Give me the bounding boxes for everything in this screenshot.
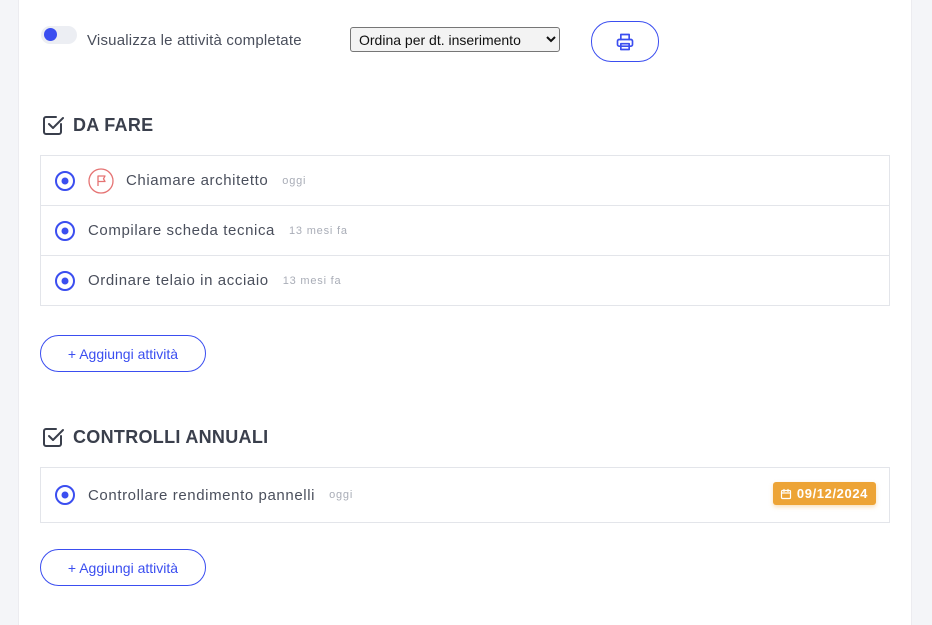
add-task-button[interactable]: + Aggiungi attività bbox=[40, 335, 206, 372]
section-header-da-fare: DA FARE bbox=[41, 112, 153, 138]
section-header-controlli-annuali: CONTROLLI ANNUALI bbox=[41, 424, 268, 450]
task-status-icon[interactable] bbox=[54, 170, 76, 192]
task-title: Ordinare telaio in acciaio bbox=[88, 272, 269, 289]
task-time: 13 mesi fa bbox=[282, 274, 342, 287]
task-title: Controllare rendimento pannelli bbox=[88, 486, 316, 504]
sort-select[interactable]: Ordina per dt. inserimento bbox=[350, 27, 560, 52]
task-row[interactable]: Compilare scheda tecnica 13 mesi fa bbox=[41, 206, 889, 256]
task-title: Chiamare architetto bbox=[126, 172, 269, 189]
task-time: oggi bbox=[282, 174, 307, 187]
calendar-icon bbox=[780, 488, 792, 499]
task-row[interactable]: Ordinare telaio in acciaio 13 mesi fa bbox=[41, 256, 889, 305]
add-task-button[interactable]: + Aggiungi attività bbox=[40, 549, 206, 586]
flag-icon[interactable] bbox=[88, 167, 114, 194]
due-date-badge[interactable]: 09/12/2024 bbox=[772, 482, 876, 505]
task-status-icon[interactable] bbox=[54, 270, 76, 292]
task-status-icon[interactable] bbox=[54, 484, 76, 506]
section-title: CONTROLLI ANNUALI bbox=[73, 426, 269, 447]
task-time: oggi bbox=[329, 489, 354, 501]
task-list-controlli-annuali: Controllare rendimento pannelli oggi 09/… bbox=[40, 467, 890, 523]
checkbox-checked-icon bbox=[43, 116, 64, 135]
toggle-knob bbox=[44, 28, 57, 41]
toolbar: Visualizza le attività completate Ordina… bbox=[41, 20, 901, 62]
show-completed-label: Visualizza le attività completate bbox=[87, 32, 302, 49]
print-button[interactable] bbox=[591, 21, 659, 62]
checkbox-checked-icon bbox=[43, 428, 64, 447]
due-date-text: 09/12/2024 bbox=[796, 486, 868, 501]
task-row[interactable]: Controllare rendimento pannelli oggi 09/… bbox=[41, 468, 889, 522]
task-title: Compilare scheda tecnica bbox=[88, 222, 275, 239]
printer-icon bbox=[616, 33, 634, 50]
section-title: DA FARE bbox=[73, 114, 154, 135]
task-panel: Visualizza le attività completate Ordina… bbox=[18, 0, 912, 625]
show-completed-toggle[interactable] bbox=[41, 26, 77, 44]
task-time: 13 mesi fa bbox=[289, 224, 348, 237]
task-status-icon[interactable] bbox=[54, 220, 76, 242]
task-list-da-fare: Chiamare architetto oggi Compilare sched… bbox=[40, 155, 890, 306]
task-row[interactable]: Chiamare architetto oggi bbox=[41, 156, 889, 206]
